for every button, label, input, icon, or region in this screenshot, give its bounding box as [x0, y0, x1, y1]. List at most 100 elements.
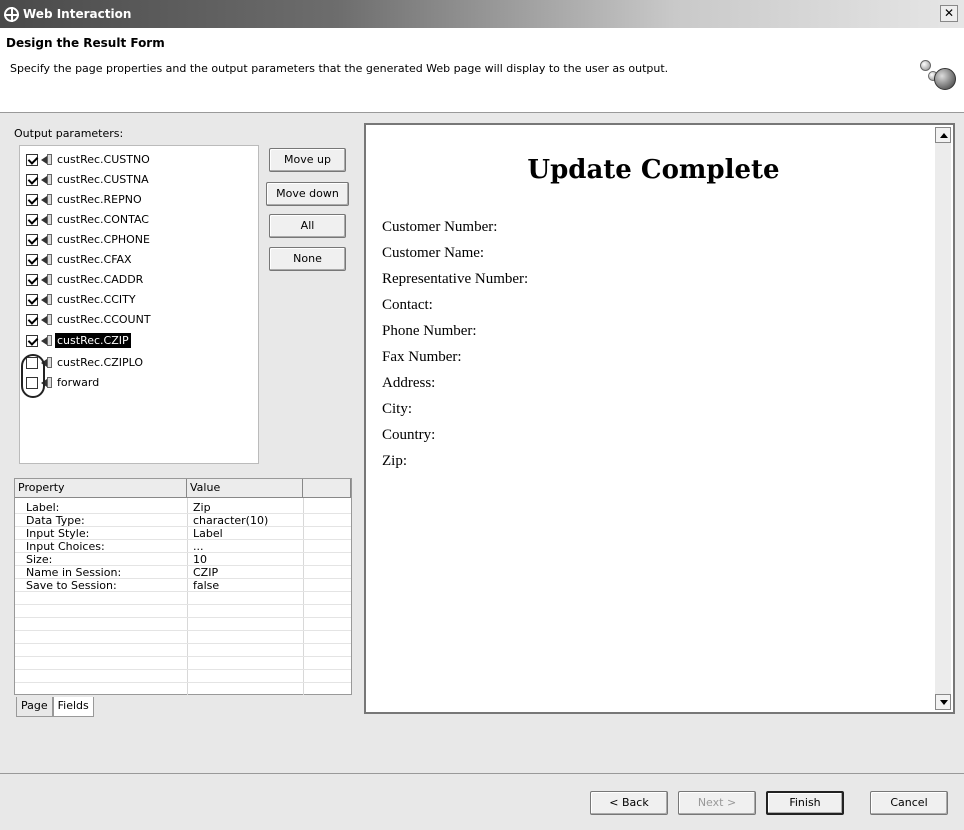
- list-item[interactable]: custRec.CADDR: [26, 271, 145, 288]
- param-label: custRec.REPNO: [57, 193, 142, 206]
- list-item[interactable]: custRec.CFAX: [26, 251, 134, 268]
- property-value[interactable]: ...: [193, 541, 204, 553]
- page-description: Specify the page properties and the outp…: [10, 62, 669, 75]
- all-button[interactable]: All: [269, 214, 346, 238]
- output-param-icon: [41, 274, 53, 285]
- checkbox[interactable]: [26, 193, 38, 206]
- checkbox[interactable]: [26, 253, 38, 266]
- table-row[interactable]: Name in Session: CZIP: [15, 567, 351, 579]
- output-param-icon: [41, 234, 53, 245]
- property-name: Label:: [26, 501, 60, 514]
- property-name: Data Type:: [26, 514, 85, 527]
- preview-field-label: Phone Number:: [382, 323, 477, 339]
- param-label: custRec.CCITY: [57, 293, 136, 306]
- wizard-header: Design the Result Form Specify the page …: [0, 28, 964, 113]
- property-value[interactable]: CZIP: [193, 567, 218, 579]
- finish-button[interactable]: Finish: [766, 791, 844, 815]
- property-value[interactable]: Label: [193, 528, 223, 540]
- param-label: custRec.CONTAC: [57, 213, 149, 226]
- param-label: custRec.CCOUNT: [57, 313, 151, 326]
- preview-field-label: Address:: [382, 375, 436, 391]
- property-value[interactable]: character(10): [193, 515, 268, 527]
- output-parameters-label: Output parameters:: [14, 127, 124, 140]
- output-parameters-list[interactable]: custRec.CUSTNO custRec.CUSTNA custRec.RE…: [19, 145, 259, 464]
- list-item[interactable]: custRec.CCITY: [26, 291, 138, 308]
- table-row[interactable]: Input Style: Label: [15, 528, 351, 540]
- preview-field-label: Zip:: [382, 453, 407, 469]
- property-value[interactable]: Zip: [193, 502, 211, 514]
- tab-page[interactable]: Page: [16, 697, 53, 717]
- web-interaction-icon: [4, 6, 19, 22]
- column-header-property[interactable]: Property: [15, 479, 187, 498]
- preview-field-label: Country:: [382, 427, 436, 443]
- table-row-empty: [15, 593, 351, 605]
- list-item-selected[interactable]: custRec.CZIP: [26, 332, 131, 349]
- move-up-button[interactable]: Move up: [269, 148, 346, 172]
- tab-fields[interactable]: Fields: [52, 697, 94, 717]
- preview-scrollbar[interactable]: [935, 127, 951, 710]
- highlight-circle: [21, 354, 45, 398]
- list-item[interactable]: custRec.CCOUNT: [26, 311, 153, 328]
- back-button[interactable]: < Back: [590, 791, 668, 815]
- property-name: Input Style:: [26, 527, 90, 540]
- property-name: Input Choices:: [26, 540, 105, 553]
- property-value[interactable]: false: [193, 580, 219, 592]
- output-param-icon: [41, 194, 53, 205]
- table-row-empty: [15, 645, 351, 657]
- window-title: Web Interaction: [23, 7, 132, 21]
- property-table[interactable]: Property Value Label: Zip Data Type: chara…: [14, 478, 352, 695]
- param-label: custRec.CPHONE: [57, 233, 150, 246]
- checkbox[interactable]: [26, 334, 38, 347]
- table-row[interactable]: Size: 10: [15, 554, 351, 566]
- table-row[interactable]: Input Choices:...: [15, 541, 351, 553]
- title-bar: Web Interaction ✕: [0, 0, 964, 28]
- table-row[interactable]: Data Type: character(10): [15, 515, 351, 527]
- property-name: Name in Session:: [26, 566, 122, 579]
- output-param-icon: [41, 154, 53, 165]
- param-label: forward: [57, 376, 100, 389]
- preview-title: Update Complete: [527, 155, 780, 185]
- none-button[interactable]: None: [269, 247, 346, 271]
- column-header-value[interactable]: Value: [187, 479, 303, 498]
- checkbox[interactable]: [26, 213, 38, 226]
- checkbox[interactable]: [26, 293, 38, 306]
- list-item[interactable]: custRec.CUSTNO: [26, 151, 152, 168]
- footer-separator: [0, 773, 964, 774]
- list-item[interactable]: custRec.CPHONE: [26, 231, 152, 248]
- checkbox[interactable]: [26, 153, 38, 166]
- checkbox[interactable]: [26, 273, 38, 286]
- next-button[interactable]: Next >: [678, 791, 756, 815]
- table-row[interactable]: Label: Zip: [15, 502, 351, 514]
- output-param-icon: [41, 174, 53, 185]
- list-item[interactable]: custRec.CONTAC: [26, 211, 151, 228]
- table-row-empty: [15, 671, 351, 683]
- param-label: custRec.CUSTNO: [57, 153, 150, 166]
- close-button[interactable]: ✕: [940, 5, 958, 22]
- list-item[interactable]: custRec.CUSTNA: [26, 171, 151, 188]
- preview-field-label: Contact:: [382, 297, 433, 313]
- list-item[interactable]: custRec.REPNO: [26, 191, 144, 208]
- checkbox[interactable]: [26, 173, 38, 186]
- param-label: custRec.CUSTNA: [57, 173, 149, 186]
- output-param-icon: [41, 254, 53, 265]
- preview-field-label: City:: [382, 401, 413, 417]
- cancel-button[interactable]: Cancel: [870, 791, 948, 815]
- property-value[interactable]: 10: [193, 554, 207, 566]
- preview-field-label: Fax Number:: [382, 349, 462, 365]
- checkbox[interactable]: [26, 313, 38, 326]
- table-row[interactable]: Save to Session: false: [15, 580, 351, 592]
- output-param-icon: [41, 335, 53, 346]
- scroll-down-arrow-icon[interactable]: [935, 694, 951, 710]
- param-label: custRec.CZIP: [55, 333, 131, 348]
- table-row-empty: [15, 658, 351, 670]
- preview-field-label: Customer Number:: [382, 219, 498, 235]
- table-row-empty: [15, 619, 351, 631]
- checkbox[interactable]: [26, 233, 38, 246]
- editor-tabs: Page Fields: [16, 697, 94, 717]
- page-preview[interactable]: Update Complete Customer Number: Custome…: [364, 123, 955, 714]
- output-param-icon: [41, 214, 53, 225]
- move-down-button[interactable]: Move down: [266, 182, 349, 206]
- table-row-empty: [15, 606, 351, 618]
- scroll-up-arrow-icon[interactable]: [935, 127, 951, 143]
- preview-field-label: Customer Name:: [382, 245, 485, 261]
